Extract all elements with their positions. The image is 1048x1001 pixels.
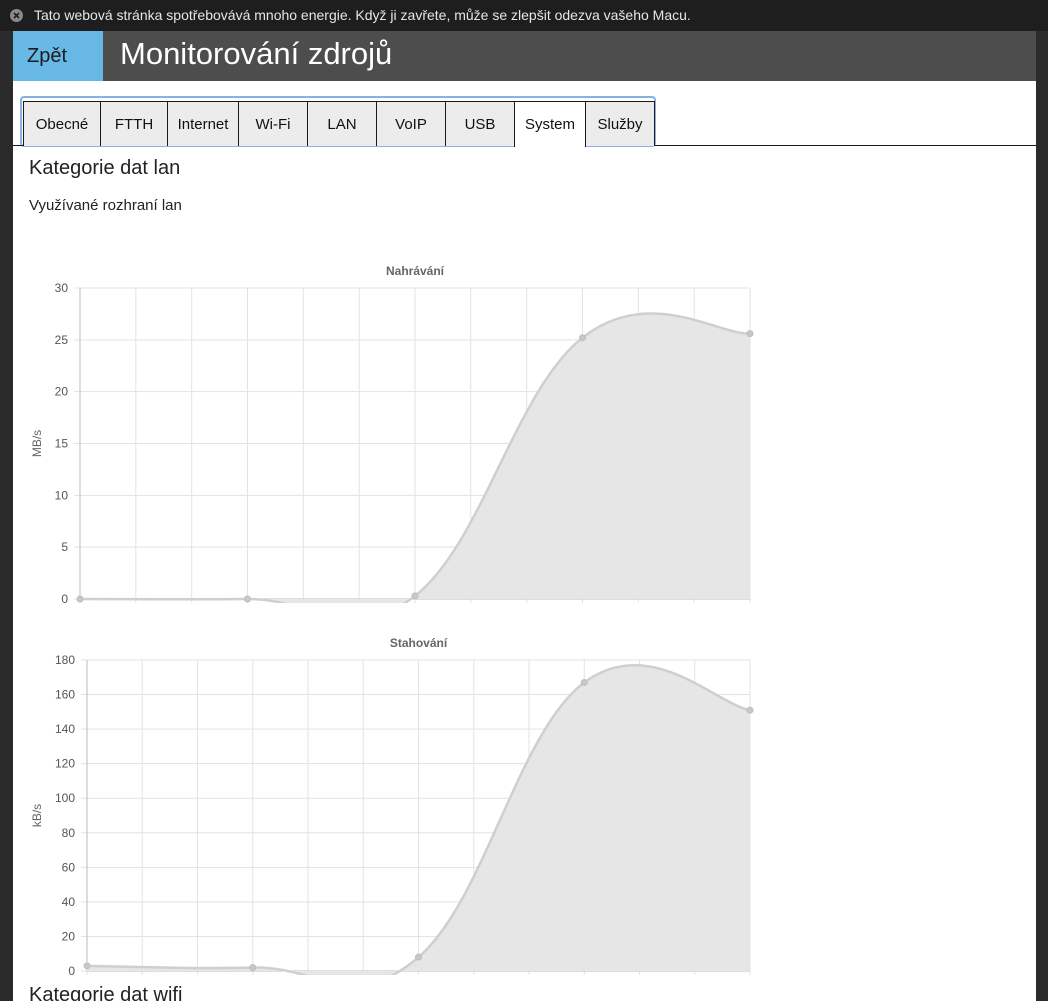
section-title: Kategorie dat lan bbox=[29, 157, 181, 179]
y-tick-label: 140 bbox=[55, 722, 75, 736]
tab-voip[interactable]: VoIP bbox=[376, 101, 446, 146]
y-tick-label: 30 bbox=[55, 281, 69, 295]
y-tick-label: 120 bbox=[55, 757, 75, 771]
data-point[interactable] bbox=[579, 334, 586, 342]
y-tick-label: 60 bbox=[62, 860, 76, 874]
tab-system[interactable]: System bbox=[514, 101, 586, 147]
data-point[interactable] bbox=[83, 962, 91, 970]
data-point[interactable] bbox=[244, 595, 251, 603]
tab-lan[interactable]: LAN bbox=[307, 101, 377, 146]
y-tick-label: 10 bbox=[55, 488, 69, 502]
download-chart: StahováníkB/s0204060801001201401601800:5… bbox=[13, 603, 793, 994]
tab-sluzby[interactable]: Služby bbox=[585, 101, 655, 146]
data-point[interactable] bbox=[580, 678, 588, 686]
banner-message: Tato webová stránka spotřebovává mnoho e… bbox=[34, 7, 691, 23]
y-tick-label: 180 bbox=[55, 653, 75, 667]
y-tick-label: 160 bbox=[55, 688, 75, 702]
y-tick-label: 80 bbox=[62, 826, 76, 840]
data-point[interactable] bbox=[76, 595, 84, 603]
page-header: Zpět Monitorování zdrojů bbox=[13, 31, 1036, 81]
data-point[interactable] bbox=[249, 964, 257, 972]
data-point[interactable] bbox=[746, 706, 754, 714]
chart-title: Stahování bbox=[390, 636, 448, 650]
y-tick-label: 40 bbox=[62, 895, 76, 909]
page-title: Monitorování zdrojů bbox=[120, 36, 393, 71]
y-axis-label: MB/s bbox=[30, 430, 44, 457]
y-tick-label: 100 bbox=[55, 791, 75, 805]
interface-label: Využívané rozhraní lan bbox=[29, 197, 182, 214]
y-tick-label: 20 bbox=[55, 385, 69, 399]
tab-usb[interactable]: USB bbox=[445, 101, 515, 146]
data-point[interactable] bbox=[411, 592, 419, 600]
y-tick-label: 20 bbox=[62, 929, 76, 943]
y-axis-label: kB/s bbox=[30, 804, 44, 827]
chart-title: Nahrávání bbox=[386, 264, 445, 278]
data-point[interactable] bbox=[746, 330, 754, 338]
tab-obecne[interactable]: Obecné bbox=[23, 101, 101, 146]
y-tick-label: 15 bbox=[55, 437, 69, 451]
upload-chart: NahráváníMB/s0510152025300:57:230:57:280… bbox=[13, 231, 793, 622]
data-point[interactable] bbox=[415, 953, 422, 961]
y-tick-label: 5 bbox=[61, 540, 68, 554]
tab-ftth[interactable]: FTTH bbox=[100, 101, 168, 146]
back-button[interactable]: Zpět bbox=[13, 31, 103, 81]
y-tick-label: 0 bbox=[61, 592, 68, 603]
y-tick-label: 0 bbox=[68, 964, 75, 975]
close-icon[interactable] bbox=[10, 9, 23, 22]
next-section-title: Kategorie dat wifi bbox=[29, 984, 183, 1001]
tab-internet[interactable]: Internet bbox=[167, 101, 239, 146]
tab-wifi[interactable]: Wi-Fi bbox=[238, 101, 308, 146]
page-content: Zpět Monitorování zdrojů Obecné FTTH Int… bbox=[13, 31, 1036, 1001]
y-tick-label: 25 bbox=[55, 333, 69, 347]
energy-warning-banner: Tato webová stránka spotřebovává mnoho e… bbox=[0, 0, 1048, 31]
